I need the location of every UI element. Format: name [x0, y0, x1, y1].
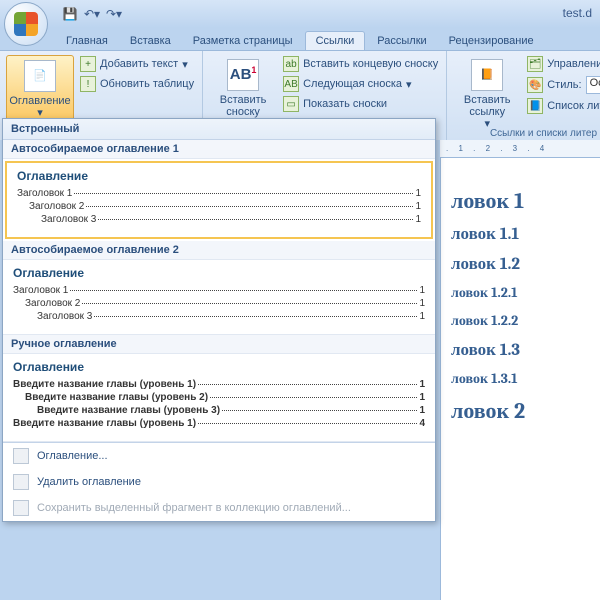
- next-icon: AB: [283, 76, 299, 92]
- auto1-title[interactable]: Автособираемое оглавление 1: [3, 140, 435, 159]
- endnote-icon: ab: [283, 56, 299, 72]
- tab-review[interactable]: Рецензирование: [439, 32, 544, 50]
- refresh-icon: !: [80, 76, 96, 92]
- toc-gallery: Встроенный Автособираемое оглавление 1 О…: [2, 118, 436, 522]
- bibliography-button[interactable]: 📘Список литерат: [525, 97, 600, 115]
- plus-icon: +: [80, 56, 96, 72]
- manual-title[interactable]: Ручное оглавление: [3, 335, 435, 354]
- heading-h3[interactable]: ловок 1.2.2: [451, 312, 600, 330]
- citation-icon: 📙: [471, 59, 503, 91]
- delete-icon: [13, 474, 29, 490]
- save-icon[interactable]: 💾: [62, 6, 78, 22]
- insert-footnote-button[interactable]: AB1 Вставить сноску: [209, 55, 277, 122]
- heading-h3[interactable]: ловок 1.2.1: [451, 284, 600, 302]
- auto2-title[interactable]: Автособираемое оглавление 2: [3, 241, 435, 260]
- biblio-icon: 📘: [527, 98, 543, 114]
- toc-dialog-item[interactable]: Оглавление...: [3, 443, 435, 469]
- manual-preview[interactable]: Оглавление Введите название главы (урове…: [3, 354, 435, 442]
- toc-line: Заголовок 21: [13, 298, 425, 309]
- toc-line: Заголовок 31: [17, 214, 421, 225]
- toc-label: Оглавление: [9, 95, 70, 107]
- toc-line: Заголовок 31: [13, 311, 425, 322]
- heading-h1[interactable]: ловок 2: [451, 398, 600, 424]
- save-selection-item: Сохранить выделенный фрагмент в коллекци…: [3, 495, 435, 521]
- ribbon-tabs: Главная Вставка Разметка страницы Ссылки…: [0, 28, 600, 50]
- update-table-button[interactable]: !Обновить таблицу: [78, 75, 196, 93]
- tab-home[interactable]: Главная: [56, 32, 118, 50]
- heading-h2[interactable]: ловок 1.2: [451, 254, 600, 274]
- tab-references[interactable]: Ссылки: [305, 31, 366, 50]
- heading-h2[interactable]: ловок 1.3: [451, 340, 600, 360]
- show-icon: ▭: [283, 96, 299, 112]
- toc-line: Введите название главы (уровень 1)1: [13, 379, 425, 390]
- footnote-icon: AB1: [227, 59, 259, 91]
- doc-icon: [13, 448, 29, 464]
- style-dropdown[interactable]: 🎨Стиль: Основн: [525, 75, 600, 95]
- tab-mailings[interactable]: Рассылки: [367, 32, 436, 50]
- document-title: test.d: [563, 6, 592, 20]
- gallery-footer: Оглавление... Удалить оглавление Сохрани…: [3, 442, 435, 521]
- tab-insert[interactable]: Вставка: [120, 32, 181, 50]
- office-logo-icon: [14, 12, 38, 36]
- ruler[interactable]: . 1 . 2 . 3 . 4: [440, 140, 600, 158]
- toc-line: Заголовок 11: [13, 285, 425, 296]
- document-page[interactable]: ловок 1 ловок 1.1 ловок 1.2 ловок 1.2.1 лово…: [440, 158, 600, 600]
- remove-toc-item[interactable]: Удалить оглавление: [3, 469, 435, 495]
- toc-icon: 📄: [24, 60, 56, 92]
- redo-icon[interactable]: ↷▾: [106, 6, 122, 22]
- undo-icon[interactable]: ↶▾: [84, 6, 100, 22]
- toc-button[interactable]: 📄 Оглавление▾: [6, 55, 74, 124]
- heading-h2[interactable]: ловок 1.1: [451, 224, 600, 244]
- group-label-citations: Ссылки и списки литер: [447, 128, 600, 139]
- gallery-header: Встроенный: [3, 119, 435, 140]
- manage-sources-button[interactable]: 🗂Управление ис: [525, 55, 600, 73]
- toc-line: Введите название главы (уровень 2)1: [13, 392, 425, 403]
- insert-citation-button[interactable]: 📙 Вставить ссылку▾: [453, 55, 521, 134]
- auto1-preview[interactable]: Оглавление Заголовок 11Заголовок 21Загол…: [5, 161, 433, 239]
- title-bar: 💾 ↶▾ ↷▾ test.d: [0, 0, 600, 28]
- quick-access-toolbar: 💾 ↶▾ ↷▾: [62, 6, 122, 22]
- toc-line: Заголовок 11: [17, 188, 421, 199]
- next-footnote-button[interactable]: ABСледующая сноска ▾: [281, 75, 440, 93]
- heading-h1[interactable]: ловок 1: [451, 188, 600, 214]
- save-gallery-icon: [13, 500, 29, 516]
- add-text-button[interactable]: +Добавить текст ▾: [78, 55, 196, 73]
- toc-line: Введите название главы (уровень 1)4: [13, 418, 425, 429]
- show-footnotes-button[interactable]: ▭Показать сноски: [281, 95, 440, 113]
- group-citations: 📙 Вставить ссылку▾ 🗂Управление ис 🎨Стиль…: [447, 51, 600, 140]
- insert-endnote-button[interactable]: abВставить концевую сноску: [281, 55, 440, 73]
- toc-line: Заголовок 21: [17, 201, 421, 212]
- auto2-preview[interactable]: Оглавление Заголовок 11Заголовок 21Загол…: [3, 260, 435, 335]
- style-icon: 🎨: [527, 77, 543, 93]
- toc-line: Введите название главы (уровень 3)1: [13, 405, 425, 416]
- tab-layout[interactable]: Разметка страницы: [183, 32, 303, 50]
- manage-icon: 🗂: [527, 56, 543, 72]
- office-button[interactable]: [4, 2, 48, 46]
- heading-h3[interactable]: ловок 1.3.1: [451, 370, 600, 388]
